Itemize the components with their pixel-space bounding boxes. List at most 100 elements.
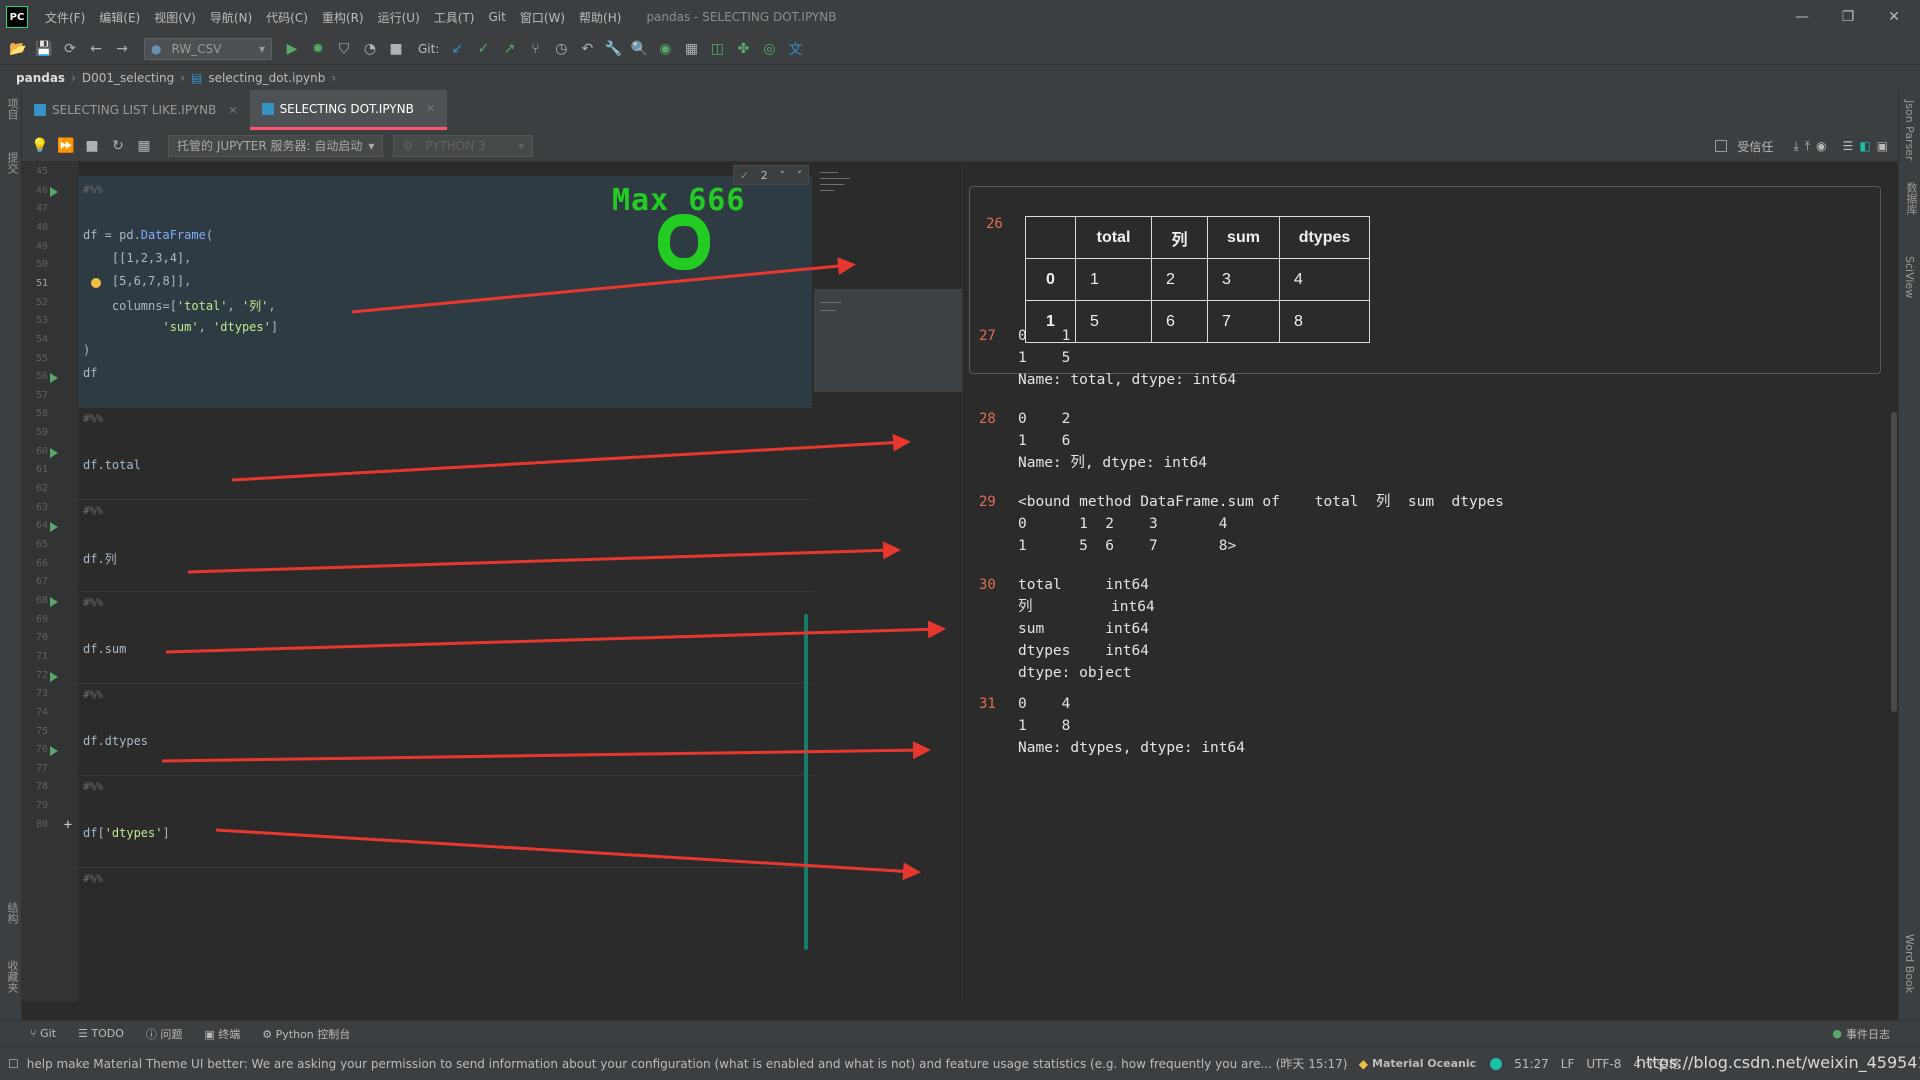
stop-icon[interactable]: ■ bbox=[384, 37, 408, 61]
theme-name[interactable]: Material Oceanic bbox=[1372, 1057, 1476, 1070]
forward-icon[interactable]: → bbox=[110, 37, 134, 61]
tool-database[interactable]: 数据库 bbox=[1903, 182, 1919, 215]
bottom-tab-git[interactable]: ⑂ Git bbox=[30, 1027, 56, 1040]
restart-kernel-icon[interactable]: ↻ bbox=[106, 134, 130, 158]
run-cell-icon[interactable] bbox=[50, 596, 58, 607]
menu-run[interactable]: 运行(U) bbox=[371, 9, 427, 26]
menu-view[interactable]: 视图(V) bbox=[147, 9, 203, 26]
menu-file[interactable]: 文件(F) bbox=[38, 9, 92, 26]
lightbulb-icon[interactable] bbox=[91, 278, 101, 288]
tool-word-book[interactable]: Word Book bbox=[1903, 934, 1916, 993]
run-cell-icon[interactable] bbox=[50, 373, 58, 384]
close-tab-icon[interactable]: ✕ bbox=[228, 104, 237, 117]
plugin-grid-icon[interactable]: ▦ bbox=[679, 37, 703, 61]
lightbulb-icon[interactable]: 💡 bbox=[28, 134, 52, 158]
bottom-tab-todo[interactable]: ☰ TODO bbox=[78, 1027, 124, 1040]
run-cell-icon[interactable] bbox=[50, 746, 58, 757]
chevron-up-icon[interactable]: ˄ bbox=[779, 169, 785, 182]
inspect-icon[interactable]: ◎ bbox=[757, 37, 781, 61]
history-icon[interactable]: ◷ bbox=[549, 37, 573, 61]
output-scrollbar[interactable] bbox=[1891, 412, 1897, 712]
profile-icon[interactable]: ◔ bbox=[358, 37, 382, 61]
kernel-select[interactable]: ⚙ PYTHON 3 ▾ bbox=[393, 134, 534, 157]
translate-icon[interactable]: 文 bbox=[783, 37, 807, 61]
tool-favorites[interactable]: 收藏夹 bbox=[4, 960, 20, 993]
status-bar: ☐ help make Material Theme UI better: We… bbox=[0, 1046, 1920, 1080]
run-config-select[interactable]: ● RW_CSV ▾ bbox=[144, 38, 272, 60]
git-push-icon[interactable]: ↗ bbox=[497, 37, 521, 61]
tool-project[interactable]: 项目 bbox=[4, 98, 20, 120]
status-square-icon[interactable]: ☐ bbox=[8, 1057, 19, 1071]
menu-edit[interactable]: 编辑(E) bbox=[92, 9, 147, 26]
breadcrumb-file[interactable]: selecting_dot.ipynb bbox=[208, 71, 325, 85]
settings-wrench-icon[interactable]: 🔧 bbox=[601, 37, 625, 61]
git-commit-icon[interactable]: ✓ bbox=[471, 37, 495, 61]
close-icon[interactable]: ✕ bbox=[1872, 0, 1916, 34]
rollback-icon[interactable]: ↶ bbox=[575, 37, 599, 61]
structure-icon[interactable]: ◫ bbox=[705, 37, 729, 61]
breadcrumb-folder[interactable]: D001_selecting bbox=[82, 71, 174, 85]
tab-selecting-list-like[interactable]: SELECTING LIST LIKE.IPYNB ✕ bbox=[22, 90, 250, 130]
line-separator[interactable]: LF bbox=[1561, 1057, 1575, 1071]
coverage-icon[interactable]: ⛉ bbox=[332, 37, 356, 61]
problems-counter[interactable]: ✓ 2 ˄ ˅ bbox=[733, 165, 809, 185]
find-usages-icon[interactable]: ◉ bbox=[653, 37, 677, 61]
minimap-line bbox=[820, 172, 838, 173]
code-minimap[interactable] bbox=[814, 162, 962, 1002]
menu-window[interactable]: 窗口(W) bbox=[513, 9, 572, 26]
restore-icon[interactable]: ❐ bbox=[1826, 0, 1870, 34]
split-view-icon[interactable]: ◧ bbox=[1859, 139, 1870, 153]
cursor-position[interactable]: 51:27 bbox=[1514, 1057, 1549, 1071]
tool-structure[interactable]: 结构 bbox=[4, 902, 20, 924]
cell-down-icon[interactable]: ⤓ bbox=[1793, 139, 1798, 154]
plugins-icon[interactable]: ✤ bbox=[731, 37, 755, 61]
open-folder-icon[interactable]: 📂 bbox=[6, 37, 30, 61]
menu-git[interactable]: Git bbox=[481, 10, 512, 24]
cell-up-icon[interactable]: ⤒ bbox=[1805, 139, 1810, 154]
file-encoding[interactable]: UTF-8 bbox=[1586, 1057, 1621, 1071]
close-tab-icon[interactable]: ✕ bbox=[426, 102, 435, 115]
run-icon[interactable]: ▶ bbox=[280, 37, 304, 61]
tab-selecting-dot[interactable]: SELECTING DOT.IPYNB ✕ bbox=[249, 90, 448, 130]
menu-refactor[interactable]: 重构(R) bbox=[315, 9, 371, 26]
trusted-checkbox[interactable] bbox=[1715, 140, 1728, 152]
tool-sciview[interactable]: SciView bbox=[1903, 256, 1916, 298]
run-cell-icon[interactable] bbox=[50, 186, 58, 197]
git-update-icon[interactable]: ↙ bbox=[445, 37, 469, 61]
bottom-tab-problems[interactable]: ⓘ 问题 bbox=[146, 1026, 183, 1042]
run-all-icon[interactable]: ⏩ bbox=[54, 134, 78, 158]
interrupt-kernel-icon[interactable]: ■ bbox=[80, 134, 104, 158]
menu-navigate[interactable]: 导航(N) bbox=[203, 9, 259, 26]
menu-help[interactable]: 帮助(H) bbox=[572, 9, 628, 26]
debug-icon[interactable]: ✹ bbox=[306, 37, 330, 61]
preview-only-icon[interactable]: ▣ bbox=[1877, 139, 1888, 153]
back-icon[interactable]: ← bbox=[84, 37, 108, 61]
minimap-viewport[interactable] bbox=[814, 289, 962, 392]
event-log-button[interactable]: ● 事件日志 bbox=[1832, 1026, 1890, 1042]
run-cell-icon[interactable] bbox=[50, 671, 58, 682]
bottom-tab-terminal[interactable]: ▣ 终端 bbox=[204, 1026, 240, 1042]
git-merge-icon[interactable]: ⑂ bbox=[523, 37, 547, 61]
variables-icon[interactable]: ▦ bbox=[132, 134, 156, 158]
breadcrumb-project[interactable]: pandas bbox=[16, 71, 65, 85]
add-cell-icon[interactable]: + bbox=[50, 817, 72, 833]
sync-icon[interactable]: ⟳ bbox=[58, 37, 82, 61]
chevron-down-icon[interactable]: ˅ bbox=[797, 169, 803, 182]
eye-icon[interactable]: ◉ bbox=[1816, 139, 1826, 153]
menu-code[interactable]: 代码(C) bbox=[259, 9, 315, 26]
line-number: 70 bbox=[35, 632, 48, 644]
minimize-icon[interactable]: — bbox=[1780, 0, 1824, 34]
run-cell-icon[interactable] bbox=[50, 447, 58, 458]
tool-commit[interactable]: 提交 bbox=[4, 152, 20, 174]
save-icon[interactable]: 💾 bbox=[32, 37, 56, 61]
tool-json-parser[interactable]: Json Parser bbox=[1903, 100, 1916, 161]
status-message[interactable]: help make Material Theme UI better: We a… bbox=[27, 1055, 1347, 1072]
code-editor[interactable]: #%% df = pd.DataFrame( [[1,2,3,4], [5,6,… bbox=[78, 162, 962, 1002]
output-panel[interactable]: 26 total 列 sum dtypes 0 1 2 3 4 1 5 6 7 bbox=[962, 162, 1898, 1002]
menu-tools[interactable]: 工具(T) bbox=[427, 9, 482, 26]
jupyter-server-select[interactable]: 托管的 JUPYTER 服务器: 自动启动 ▾ bbox=[168, 134, 384, 157]
run-cell-icon[interactable] bbox=[50, 522, 58, 533]
editor-only-icon[interactable]: ☰ bbox=[1843, 139, 1854, 153]
search-icon[interactable]: 🔍 bbox=[627, 37, 651, 61]
bottom-tab-python-console[interactable]: ⚙ Python 控制台 bbox=[262, 1026, 350, 1042]
